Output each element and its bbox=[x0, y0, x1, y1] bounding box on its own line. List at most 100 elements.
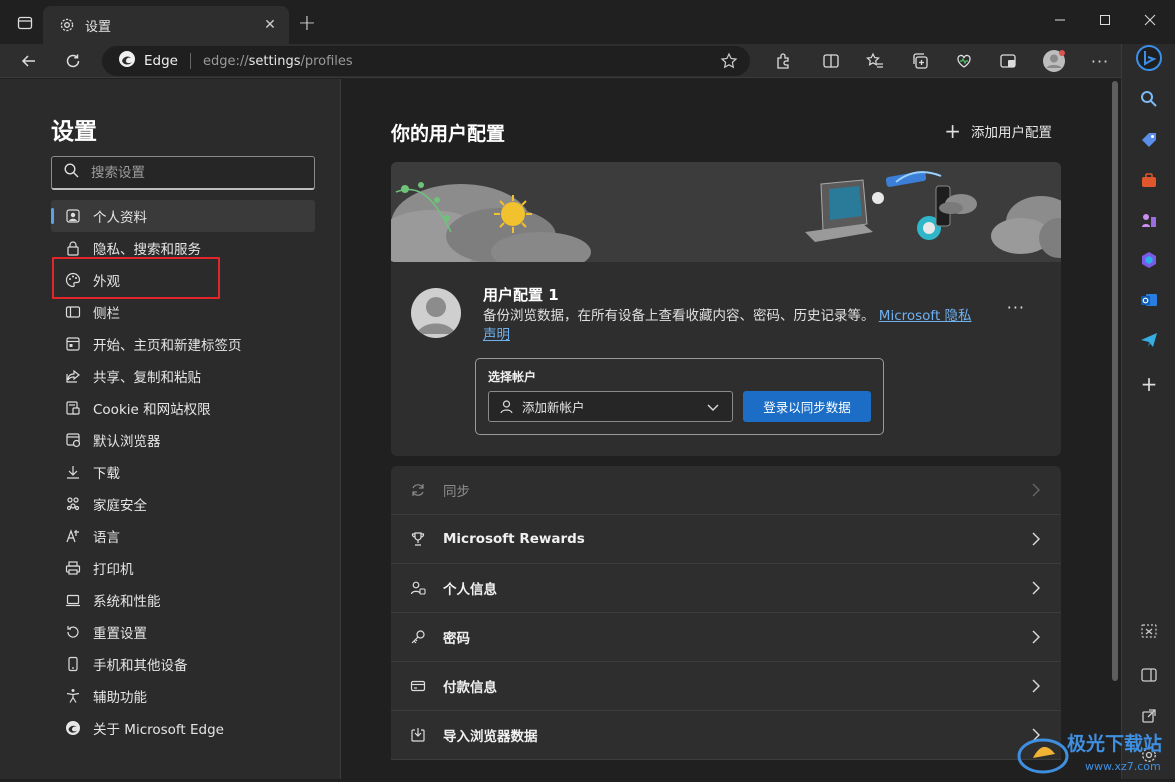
download-icon bbox=[65, 464, 81, 480]
reset-icon bbox=[65, 624, 81, 640]
printer-icon bbox=[65, 560, 81, 576]
add-profile-label: 添加用户配置 bbox=[971, 125, 1052, 141]
card-icon bbox=[409, 677, 427, 695]
profile-avatar bbox=[411, 288, 461, 338]
sidebar-item-label: 开始、主页和新建标签页 bbox=[93, 338, 242, 354]
cookie-icon bbox=[65, 400, 81, 416]
favorites-icon[interactable] bbox=[860, 46, 890, 76]
profile-icon bbox=[65, 208, 81, 224]
favorite-star-icon[interactable] bbox=[720, 52, 738, 74]
account-box: 选择帐户 添加新帐户 登录以同步数据 bbox=[475, 358, 884, 435]
bing-icon[interactable] bbox=[1135, 44, 1163, 72]
add-profile-button[interactable]: + 添加用户配置 bbox=[944, 121, 1052, 141]
sidebar-item-edge[interactable]: 关于 Microsoft Edge bbox=[51, 712, 315, 744]
sidebar-item-label: 默认浏览器 bbox=[93, 434, 161, 450]
minimize-icon[interactable] bbox=[1038, 0, 1082, 40]
browser-toolbar: Edge edge://settings/profiles ··· bbox=[0, 44, 1175, 78]
sidebar-item-label: Cookie 和网站权限 bbox=[93, 402, 211, 418]
sidebar-item-share[interactable]: 共享、复制和粘贴 bbox=[51, 360, 315, 392]
split-screen-icon[interactable] bbox=[816, 46, 846, 76]
sidebar-item-download[interactable]: 下载 bbox=[51, 456, 315, 488]
open-external-icon[interactable] bbox=[1135, 702, 1163, 730]
sidebar-item-cookie[interactable]: Cookie 和网站权限 bbox=[51, 392, 315, 424]
close-tab-icon[interactable]: ✕ bbox=[261, 16, 279, 34]
hide-sidebar-icon[interactable] bbox=[1135, 661, 1163, 689]
sidebar-item-label: 个人资料 bbox=[93, 210, 147, 226]
tab-settings[interactable]: 设置 ✕ bbox=[43, 6, 289, 44]
tab-actions-icon[interactable] bbox=[10, 8, 40, 38]
new-tab-button[interactable]: + bbox=[292, 8, 322, 38]
account-select-value: 添加新帐户 bbox=[522, 400, 585, 415]
settings-row-label: 导入浏览器数据 bbox=[443, 729, 538, 745]
back-icon[interactable] bbox=[14, 46, 44, 76]
profile-description: 备份浏览数据，在所有设备上查看收藏内容、密码、历史记录等。 Microsoft … bbox=[483, 307, 983, 345]
settings-row-card[interactable]: 付款信息 bbox=[391, 662, 1061, 711]
sidebar-item-sidebar[interactable]: 侧栏 bbox=[51, 296, 315, 328]
key-icon bbox=[409, 628, 427, 646]
plus-icon: + bbox=[944, 119, 961, 143]
sidebar-item-label: 侧栏 bbox=[93, 306, 120, 322]
games-icon[interactable] bbox=[1135, 206, 1163, 234]
profile-banner bbox=[391, 162, 1061, 272]
sign-in-sync-button[interactable]: 登录以同步数据 bbox=[743, 391, 871, 422]
avatar-icon[interactable] bbox=[1039, 46, 1069, 76]
settings-row-label: 个人信息 bbox=[443, 582, 497, 598]
sidebar-item-phone[interactable]: 手机和其他设备 bbox=[51, 648, 315, 680]
chevron-down-icon bbox=[706, 400, 720, 417]
browser-essentials-icon[interactable] bbox=[949, 46, 979, 76]
sidebar-item-reset[interactable]: 重置设置 bbox=[51, 616, 315, 648]
search-icon bbox=[64, 163, 79, 182]
sidebar-item-browser[interactable]: 默认浏览器 bbox=[51, 424, 315, 456]
scrollbar-thumb[interactable] bbox=[1112, 81, 1118, 681]
close-window-icon[interactable] bbox=[1128, 0, 1172, 40]
search-sidebar-icon[interactable] bbox=[1135, 85, 1163, 113]
tools-briefcase-icon[interactable] bbox=[1135, 166, 1163, 194]
language-icon bbox=[65, 528, 81, 544]
collections-icon[interactable] bbox=[905, 46, 935, 76]
sidebar-item-language[interactable]: 语言 bbox=[51, 520, 315, 552]
settings-more-icon[interactable]: ··· bbox=[1085, 46, 1115, 76]
chevron-right-icon bbox=[1029, 678, 1043, 698]
account-select[interactable]: 添加新帐户 bbox=[488, 391, 733, 422]
chevron-right-icon bbox=[1029, 531, 1043, 551]
sidebar-icon bbox=[65, 304, 81, 320]
sidebar-item-label: 隐私、搜索和服务 bbox=[93, 242, 201, 258]
search-input[interactable] bbox=[91, 164, 291, 181]
share-icon bbox=[65, 368, 81, 384]
settings-row-label: 密码 bbox=[443, 631, 470, 647]
sidebar-item-label: 家庭安全 bbox=[93, 498, 147, 514]
tab-title: 设置 bbox=[85, 19, 112, 35]
chevron-right-icon bbox=[1029, 629, 1043, 649]
telegram-icon[interactable] bbox=[1135, 326, 1163, 354]
sidebar-item-printer[interactable]: 打印机 bbox=[51, 552, 315, 584]
edge-icon bbox=[65, 720, 81, 736]
shopping-tag-icon[interactable] bbox=[1135, 126, 1163, 154]
sidebar-item-laptop[interactable]: 系统和性能 bbox=[51, 584, 315, 616]
sidebar-item-family[interactable]: 家庭安全 bbox=[51, 488, 315, 520]
settings-row-import[interactable]: 导入浏览器数据 bbox=[391, 711, 1061, 760]
refresh-icon[interactable] bbox=[58, 46, 88, 76]
settings-sidebar: 设置 个人资料隐私、搜索和服务外观侧栏开始、主页和新建标签页共享、复制和粘贴Co… bbox=[0, 79, 341, 779]
microsoft365-icon[interactable] bbox=[1135, 246, 1163, 274]
laptop-icon bbox=[65, 592, 81, 608]
search-box[interactable] bbox=[51, 156, 315, 190]
maximize-icon[interactable] bbox=[1083, 0, 1127, 40]
extensions-icon[interactable] bbox=[768, 46, 798, 76]
settings-row-person-info[interactable]: 个人信息 bbox=[391, 564, 1061, 613]
sidebar-item-label: 打印机 bbox=[93, 562, 134, 578]
main-scrollbar[interactable] bbox=[1109, 79, 1121, 779]
screenshot-icon[interactable] bbox=[1135, 617, 1163, 645]
add-sidebar-app-icon[interactable]: + bbox=[1135, 370, 1163, 398]
address-bar[interactable]: Edge edge://settings/profiles bbox=[102, 46, 750, 76]
sidebar-item-accessibility[interactable]: 辅助功能 bbox=[51, 680, 315, 712]
workspaces-icon[interactable] bbox=[993, 46, 1023, 76]
family-icon bbox=[65, 496, 81, 512]
settings-row-key[interactable]: 密码 bbox=[391, 613, 1061, 662]
url-path: /profiles bbox=[300, 53, 353, 69]
sidebar-item-profile[interactable]: 个人资料 bbox=[51, 200, 315, 232]
sidebar-item-home[interactable]: 开始、主页和新建标签页 bbox=[51, 328, 315, 360]
settings-row-label: 付款信息 bbox=[443, 680, 497, 696]
settings-row-trophy[interactable]: Microsoft Rewards bbox=[391, 515, 1061, 564]
outlook-icon[interactable] bbox=[1135, 286, 1163, 314]
profile-more-icon[interactable]: ··· bbox=[1007, 298, 1025, 317]
